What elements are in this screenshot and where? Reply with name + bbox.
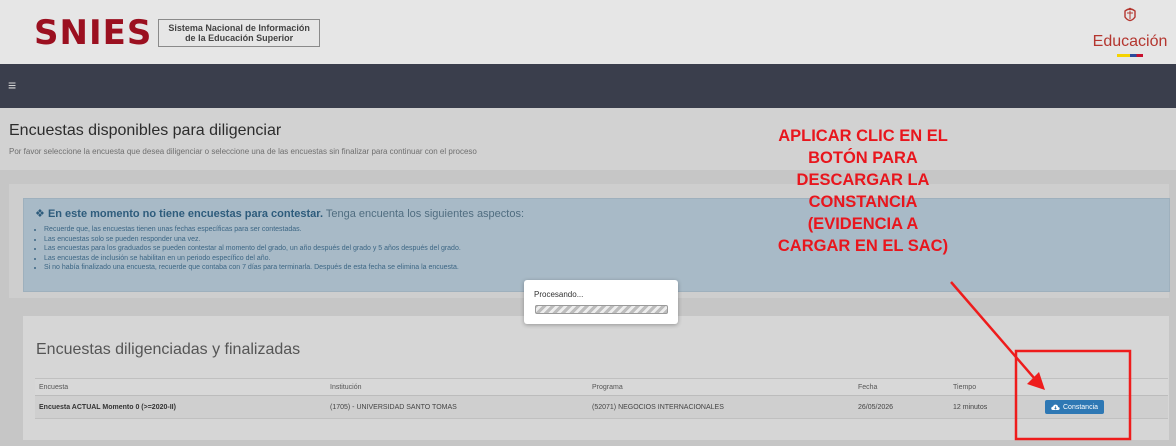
annotation-arrow-line: [950, 281, 1042, 387]
annotation-overlay: [950, 281, 1132, 441]
annotation-highlight-box: [1014, 349, 1132, 441]
